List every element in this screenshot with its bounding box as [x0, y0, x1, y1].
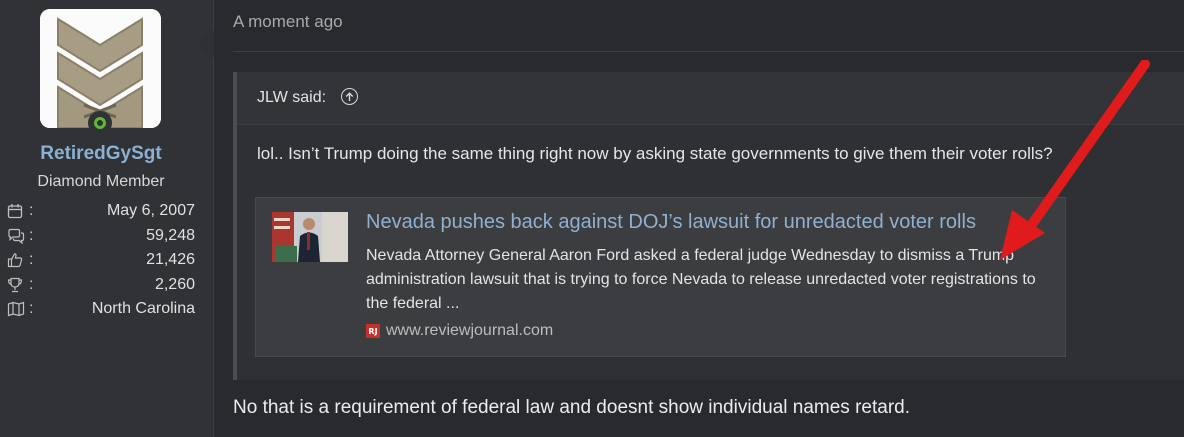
stat-value: 2,260 — [154, 275, 195, 293]
username[interactable]: RetiredGySgt — [0, 143, 202, 165]
stat-reactions: : 21,426 — [7, 248, 195, 273]
map-icon — [7, 300, 29, 318]
link-preview[interactable]: Nevada pushes back against DOJ’s lawsuit… — [255, 197, 1066, 357]
arrow-up-circle-icon[interactable] — [341, 88, 358, 105]
trophy-icon — [7, 276, 29, 294]
stat-value: 21,426 — [146, 251, 195, 269]
messages-icon — [7, 227, 29, 245]
link-preview-domain[interactable]: www.reviewjournal.com — [386, 322, 553, 340]
stat-value: 59,248 — [146, 226, 195, 244]
stat-joined: : May 6, 2007 — [7, 199, 195, 224]
user-stats: : May 6, 2007 : 59,248 : 21,426 : 2,260 — [7, 199, 195, 322]
link-preview-source[interactable]: RJ www.reviewjournal.com — [366, 322, 553, 340]
post-timestamp[interactable]: A moment ago — [233, 12, 343, 32]
post-header-divider — [233, 51, 1184, 52]
quote-text: lol.. Isn’t Trump doing the same thing r… — [257, 144, 1053, 163]
stat-value[interactable]: North Carolina — [41, 300, 195, 318]
online-status-icon — [88, 111, 112, 135]
user-sidebar: RetiredGySgt Diamond Member : May 6, 200… — [0, 0, 214, 437]
post-body: No that is a requirement of federal law … — [233, 397, 910, 418]
stat-location: : North Carolina — [7, 297, 195, 322]
red-annotation-arrow — [1000, 60, 1150, 260]
message-pointer — [198, 30, 214, 58]
link-preview-title[interactable]: Nevada pushes back against DOJ’s lawsuit… — [366, 211, 976, 234]
stat-points: : 2,260 — [7, 273, 195, 298]
user-title: Diamond Member — [37, 173, 165, 190]
link-preview-description: Nevada Attorney General Aaron Ford asked… — [366, 247, 1036, 312]
stat-messages: : 59,248 — [7, 224, 195, 249]
thumbs-up-icon — [7, 251, 29, 269]
link-preview-thumbnail[interactable] — [272, 212, 348, 262]
reviewjournal-favicon-icon: RJ — [366, 324, 380, 338]
stat-value: May 6, 2007 — [106, 202, 195, 220]
calendar-icon — [7, 202, 29, 220]
quote-author[interactable]: JLW said: — [257, 89, 326, 107]
